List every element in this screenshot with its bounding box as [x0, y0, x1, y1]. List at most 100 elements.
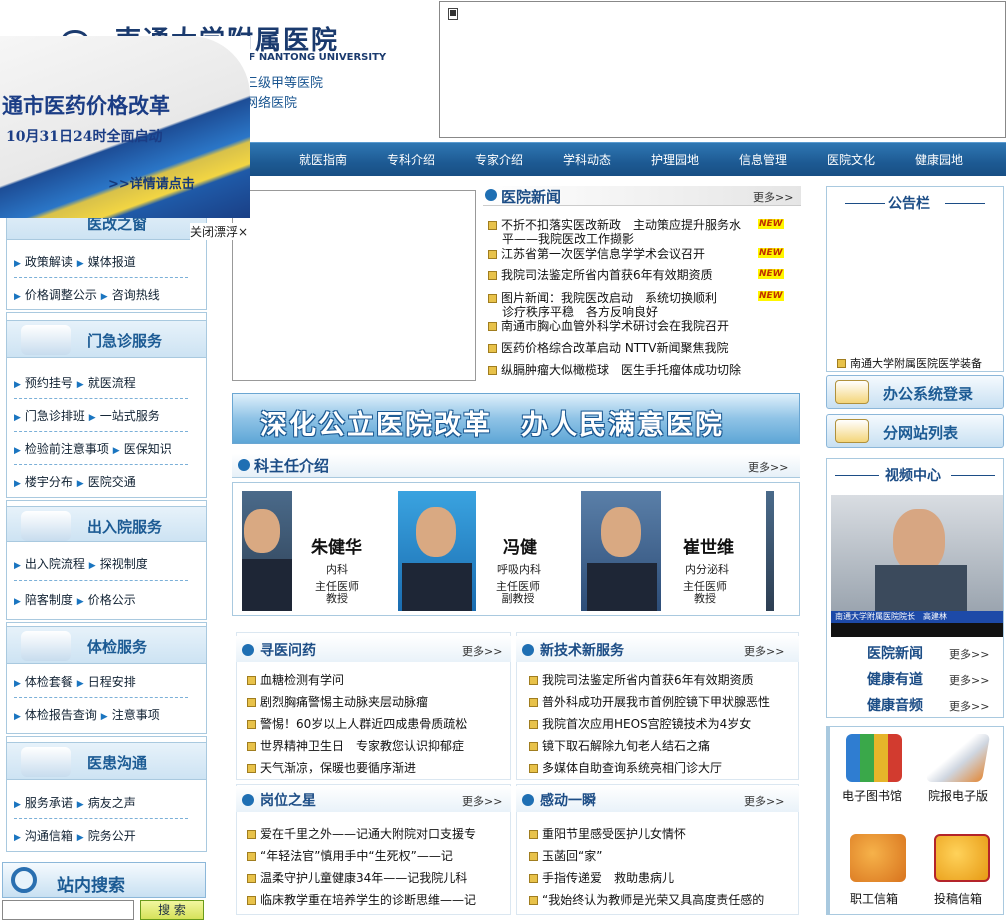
link-appointment[interactable]: 预约挂号 [25, 376, 73, 390]
consult-item[interactable]: 天气渐凉，保暖也要循序渐进 [247, 761, 416, 775]
handshake-icon [21, 747, 71, 777]
news-item[interactable]: 不折不扣落实医改新政 主动策应提升服务水 [488, 218, 741, 232]
consult-item[interactable]: 剧烈胸痛警惕主动脉夹层动脉瘤 [247, 695, 428, 709]
link-price-public[interactable]: 价格公示 [88, 593, 136, 607]
director-name[interactable]: 朱健华 [311, 533, 362, 558]
floating-ad[interactable]: 通市医药价格改革 10月31日24时全面启动 >>详情请点击 [0, 36, 250, 218]
stars-item[interactable]: “年轻法官”慎用手中“生死权”——记 [247, 849, 453, 863]
news-text: 医药价格综合改革启动 NTTV新闻聚焦我院 [501, 341, 729, 355]
news-item[interactable]: 南通市胸心血管外科学术研讨会在我院召开 [488, 319, 729, 333]
video-link-health[interactable]: 健康有道 [867, 669, 923, 689]
video-player[interactable]: 南通大学附属医院院长 高建林 [831, 495, 1003, 637]
link-package[interactable]: 体检套餐 [25, 675, 73, 689]
news-item[interactable]: 江苏省第一次医学信息学学术会议召开 [488, 247, 705, 261]
link-schedule[interactable]: 门急诊排班 [25, 409, 85, 423]
quick-staff-mail[interactable]: 职工信箱 [850, 890, 898, 907]
mailbox-icon[interactable] [850, 834, 906, 882]
nav-item-discipline[interactable]: 学科动态 [563, 151, 611, 168]
nav-item-experts[interactable]: 专家介绍 [475, 151, 523, 168]
news-item[interactable]: 图片新闻：我院医改启动 系统切换顺利 [488, 291, 717, 305]
consult-item[interactable]: 血糖检测有学问 [247, 673, 344, 687]
search-input[interactable] [2, 900, 134, 920]
sub-sites-button[interactable]: 分网站列表 [826, 414, 1004, 448]
ad-more-link[interactable]: >>详情请点击 [108, 173, 195, 192]
link-notes[interactable]: 注意事项 [112, 708, 160, 722]
stars-item[interactable]: 临床教学重在培养学生的诊断思维——记 [247, 893, 476, 907]
link-traffic[interactable]: 医院交通 [88, 475, 136, 489]
news-item-cont[interactable]: 诊疗秩序平稳 各方反响良好 [502, 305, 658, 319]
moments-item[interactable]: 重阳节里感受医护儿女情怀 [529, 827, 686, 841]
notice-item[interactable]: 南通大学附属医院医学装备 [837, 357, 982, 371]
video-link-news[interactable]: 医院新闻 [867, 643, 923, 663]
link-hotline[interactable]: 咨询热线 [112, 288, 160, 302]
news-photo-slideshow[interactable] [232, 190, 476, 381]
newtech-item[interactable]: 镜下取石解除九旬老人结石之痛 [529, 739, 710, 753]
link-escort[interactable]: 陪客制度 [25, 593, 73, 607]
nav-item-health[interactable]: 健康园地 [915, 151, 963, 168]
search-button[interactable]: 搜 索 [140, 900, 204, 920]
header-flash-area[interactable] [439, 1, 1006, 138]
quick-library[interactable]: 电子图书馆 [842, 787, 902, 804]
nav-item-specialty[interactable]: 专科介绍 [387, 151, 435, 168]
news-more-link[interactable]: 更多>> [753, 189, 793, 205]
stars-item[interactable]: 温柔守护儿童健康34年——记我院儿科 [247, 871, 467, 885]
link-buildings[interactable]: 楼宇分布 [25, 475, 73, 489]
director-name[interactable]: 崔世维 [683, 533, 734, 558]
newtech-item[interactable]: 普外科成功开展我市首例腔镜下甲状腺恶性 [529, 695, 770, 709]
panel-moments-more[interactable]: 更多>> [744, 793, 784, 809]
nav-item-guide[interactable]: 就医指南 [299, 151, 347, 168]
news-item[interactable]: 医药价格综合改革启动 NTTV新闻聚焦我院 [488, 341, 728, 355]
link-report[interactable]: 体检报告查询 [25, 708, 97, 722]
link-insurance[interactable]: 医保知识 [124, 442, 172, 456]
director-photo[interactable] [581, 491, 661, 611]
consult-item[interactable]: 警惕！60岁以上人群近四成患骨质疏松 [247, 717, 467, 731]
ad-close-button[interactable]: 关闭漂浮× [190, 223, 249, 240]
consult-item[interactable]: 世界精神卫生日 专家教您认识抑郁症 [247, 739, 464, 753]
panel-consult-more[interactable]: 更多>> [462, 643, 502, 659]
item-icon [247, 698, 256, 707]
newspaper-icon[interactable] [925, 734, 991, 782]
link-process[interactable]: 就医流程 [88, 376, 136, 390]
director-photo[interactable] [242, 491, 292, 611]
newtech-item[interactable]: 我院首次应用HEOS宫腔镜技术为4岁女 [529, 717, 751, 731]
quick-submission[interactable]: 投稿信箱 [934, 890, 982, 907]
link-agenda[interactable]: 日程安排 [88, 675, 136, 689]
submission-mailbox-icon[interactable] [934, 834, 990, 882]
moments-item[interactable]: 玉菡回“家” [529, 849, 602, 863]
quick-newspaper[interactable]: 院报电子版 [928, 787, 988, 804]
link-price-adjust[interactable]: 价格调整公示 [25, 288, 97, 302]
video-link-health-more[interactable]: 更多>> [949, 672, 989, 688]
video-link-news-more[interactable]: 更多>> [949, 646, 989, 662]
nav-item-nursing[interactable]: 护理园地 [651, 151, 699, 168]
video-link-audio[interactable]: 健康音频 [867, 695, 923, 715]
panel-stars-more[interactable]: 更多>> [462, 793, 502, 809]
director-photo-partial[interactable] [766, 491, 774, 611]
panel-newtech-more[interactable]: 更多>> [744, 643, 784, 659]
newtech-item[interactable]: 多媒体自助查询系统亮相门诊大厅 [529, 761, 722, 775]
link-one-stop[interactable]: 一站式服务 [100, 409, 160, 423]
moments-item[interactable]: “我始终认为教师是光荣又具高度责任感的 [529, 893, 764, 907]
nav-item-info[interactable]: 信息管理 [739, 151, 787, 168]
link-mailbox[interactable]: 沟通信箱 [25, 829, 73, 843]
link-affairs[interactable]: 院务公开 [88, 829, 136, 843]
news-item[interactable]: 纵膈肿瘤大似橄榄球 医生手托瘤体成功切除 [488, 363, 741, 377]
link-test-notes[interactable]: 检验前注意事项 [25, 442, 109, 456]
stars-item[interactable]: 爱在千里之外——记通大附院对口支援专 [247, 827, 476, 841]
nav-item-culture[interactable]: 医院文化 [827, 151, 875, 168]
link-patient-voice[interactable]: 病友之声 [88, 796, 136, 810]
link-media[interactable]: 媒体报道 [88, 255, 136, 269]
newtech-item[interactable]: 我院司法鉴定所省内首获6年有效期资质 [529, 673, 754, 687]
office-login-button[interactable]: 办公系统登录 [826, 375, 1004, 409]
director-photo[interactable] [398, 491, 476, 611]
news-item[interactable]: 我院司法鉴定所省内首获6年有效期资质 [488, 268, 713, 282]
director-name[interactable]: 冯健 [503, 533, 537, 558]
video-link-audio-more[interactable]: 更多>> [949, 698, 989, 714]
library-books-icon[interactable] [846, 734, 902, 782]
news-item-cont[interactable]: 平——我院医改工作撷影 [502, 232, 634, 246]
moments-item[interactable]: 手指传递爱 救助患病儿 [529, 871, 674, 885]
link-policy[interactable]: 政策解读 [25, 255, 73, 269]
link-visiting[interactable]: 探视制度 [100, 557, 148, 571]
link-admission[interactable]: 出入院流程 [25, 557, 85, 571]
link-commitment[interactable]: 服务承诺 [25, 796, 73, 810]
directors-more-link[interactable]: 更多>> [748, 459, 788, 475]
